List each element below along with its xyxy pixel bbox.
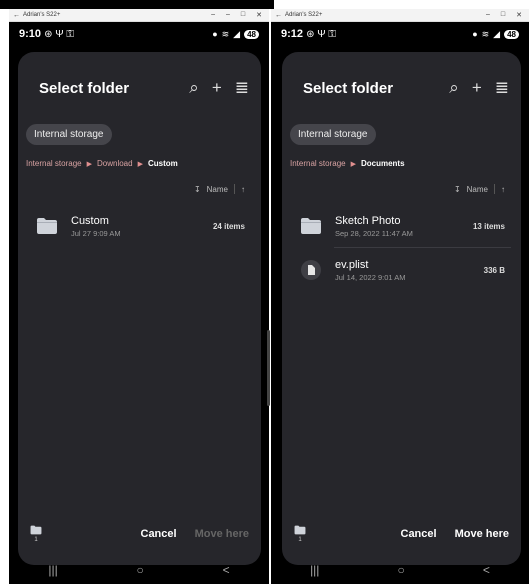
- recent-apps-icon[interactable]: |||: [310, 563, 319, 577]
- item-date: Sep 28, 2022 11:47 AM: [335, 228, 413, 238]
- android-nav-bar: ||| ○ <: [271, 556, 529, 584]
- dialog-footer: 1 Cancel Move here: [282, 525, 521, 543]
- list-item[interactable]: Custom Jul 27 9:09 AM 24 items: [18, 206, 261, 246]
- breadcrumb-item[interactable]: Download: [97, 159, 133, 168]
- location-icon: ●: [472, 29, 478, 39]
- add-folder-icon[interactable]: +: [212, 78, 222, 98]
- cancel-button[interactable]: Cancel: [141, 528, 177, 540]
- file-icon: [300, 259, 322, 281]
- breadcrumb-chevron-icon: ▶: [86, 160, 92, 168]
- window-title: Adrian's S22+: [23, 12, 61, 18]
- selected-count[interactable]: 1: [28, 525, 44, 543]
- window-splitter[interactable]: [267, 330, 270, 406]
- right-phone-window: ← Adrian's S22+ – □ ✕ 9:12 ⊛ Ψ ⚿ ● ≋ ◢ 4…: [271, 9, 529, 584]
- item-date: Jul 27 9:09 AM: [71, 228, 121, 238]
- sort-direction-icon[interactable]: ↑: [241, 185, 245, 194]
- minimize-icon[interactable]: –: [211, 11, 215, 19]
- home-icon[interactable]: ○: [137, 563, 144, 577]
- close-icon[interactable]: ✕: [256, 11, 262, 19]
- internal-storage-chip[interactable]: Internal storage: [290, 124, 376, 145]
- wifi-icon: ≋: [481, 28, 490, 39]
- menu-icon[interactable]: ≣: [235, 78, 249, 98]
- minimize-icon[interactable]: –: [486, 11, 490, 19]
- sort-label[interactable]: Name: [467, 185, 488, 194]
- sort-bar: ↧ Name ↑: [282, 184, 521, 194]
- dialog-title: Select folder: [303, 79, 394, 97]
- sort-label[interactable]: Name: [207, 185, 228, 194]
- item-name: ev.plist: [335, 258, 369, 271]
- item-name: Custom: [71, 214, 109, 227]
- cancel-button[interactable]: Cancel: [401, 528, 437, 540]
- status-time: 9:12: [281, 28, 304, 40]
- selected-count-label: 1: [298, 537, 302, 543]
- list-item[interactable]: ev.plist Jul 14, 2022 9:01 AM 336 B: [282, 250, 521, 290]
- folder-icon: [300, 215, 322, 237]
- item-size: 336 B: [483, 265, 505, 275]
- item-count: 13 items: [472, 221, 505, 231]
- nav-back-icon[interactable]: <: [223, 563, 230, 577]
- search-icon[interactable]: ⌕: [189, 78, 199, 98]
- battery-badge: 48: [244, 29, 259, 39]
- status-bar: 9:10 ⊛ Ψ ⚿ ● ≋ ◢ 48: [9, 22, 269, 46]
- window-titlebar: ← Adrian's S22+ – □ ✕: [271, 9, 529, 22]
- breadcrumb-item[interactable]: Internal storage: [26, 159, 82, 168]
- menu-icon[interactable]: ≣: [495, 78, 509, 98]
- breadcrumb-current: Documents: [360, 159, 405, 168]
- add-folder-icon[interactable]: +: [472, 78, 482, 98]
- maximize-icon[interactable]: □: [501, 11, 505, 19]
- item-count: 24 items: [212, 221, 245, 231]
- status-glyphs: ⊛ Ψ ⚿: [44, 29, 74, 40]
- selected-count[interactable]: 1: [292, 525, 308, 543]
- breadcrumb-item[interactable]: Internal storage: [290, 159, 346, 168]
- recent-apps-icon[interactable]: |||: [48, 563, 57, 577]
- status-time: 9:10: [19, 28, 42, 40]
- sort-icon[interactable]: ↧: [194, 185, 201, 194]
- item-name: Sketch Photo: [335, 214, 401, 227]
- selected-count-label: 1: [34, 537, 38, 543]
- left-phone-window: ← Adrian's S22+ – – □ ✕ 9:10 ⊛ Ψ ⚿ ● ≋ ◢…: [9, 9, 269, 584]
- status-glyphs: ⊛ Ψ ⚿: [306, 29, 336, 40]
- breadcrumb: Internal storage ▶ Documents: [290, 159, 521, 168]
- dialog-footer: 1 Cancel Move here: [18, 525, 261, 543]
- sort-divider: [234, 184, 235, 194]
- nav-back-icon[interactable]: <: [483, 563, 490, 577]
- breadcrumb-current: Custom: [147, 159, 178, 168]
- item-date: Jul 14, 2022 9:01 AM: [335, 272, 406, 282]
- dialog-title: Select folder: [39, 79, 130, 97]
- close-icon[interactable]: ✕: [516, 11, 522, 19]
- signal-icon: ◢: [233, 28, 241, 39]
- move-here-button[interactable]: Move here: [195, 528, 249, 540]
- file-list: Sketch Photo Sep 28, 2022 11:47 AM 13 it…: [282, 206, 521, 290]
- folder-icon: [36, 215, 58, 237]
- minimize-icon-2[interactable]: –: [226, 11, 230, 19]
- select-folder-dialog: Select folder ⌕ + ≣ Internal storage Int…: [282, 52, 521, 565]
- wifi-icon: ≋: [221, 28, 230, 39]
- sort-divider: [494, 184, 495, 194]
- search-icon[interactable]: ⌕: [449, 78, 459, 98]
- window-titlebar: ← Adrian's S22+ – – □ ✕: [9, 9, 269, 22]
- sort-direction-icon[interactable]: ↑: [501, 185, 505, 194]
- host-top-bar: [0, 0, 274, 9]
- select-folder-dialog: Select folder ⌕ + ≣ Internal storage Int…: [18, 52, 261, 565]
- breadcrumb: Internal storage ▶ Download ▶ Custom: [26, 159, 261, 168]
- back-icon[interactable]: ←: [13, 12, 23, 19]
- location-icon: ●: [212, 29, 218, 39]
- breadcrumb-chevron-icon: ▶: [350, 160, 356, 168]
- back-icon[interactable]: ←: [275, 12, 285, 19]
- android-nav-bar: ||| ○ <: [9, 556, 269, 584]
- window-title: Adrian's S22+: [285, 12, 323, 18]
- sort-icon[interactable]: ↧: [454, 185, 461, 194]
- home-icon[interactable]: ○: [398, 563, 405, 577]
- maximize-icon[interactable]: □: [241, 11, 245, 19]
- list-item[interactable]: Sketch Photo Sep 28, 2022 11:47 AM 13 it…: [282, 206, 521, 248]
- file-list: Custom Jul 27 9:09 AM 24 items: [18, 206, 261, 246]
- breadcrumb-chevron-icon: ▶: [137, 160, 143, 168]
- internal-storage-chip[interactable]: Internal storage: [26, 124, 112, 145]
- battery-badge: 48: [504, 29, 519, 39]
- sort-bar: ↧ Name ↑: [18, 184, 261, 194]
- signal-icon: ◢: [493, 28, 501, 39]
- status-bar: 9:12 ⊛ Ψ ⚿ ● ≋ ◢ 48: [271, 22, 529, 46]
- move-here-button[interactable]: Move here: [455, 528, 509, 540]
